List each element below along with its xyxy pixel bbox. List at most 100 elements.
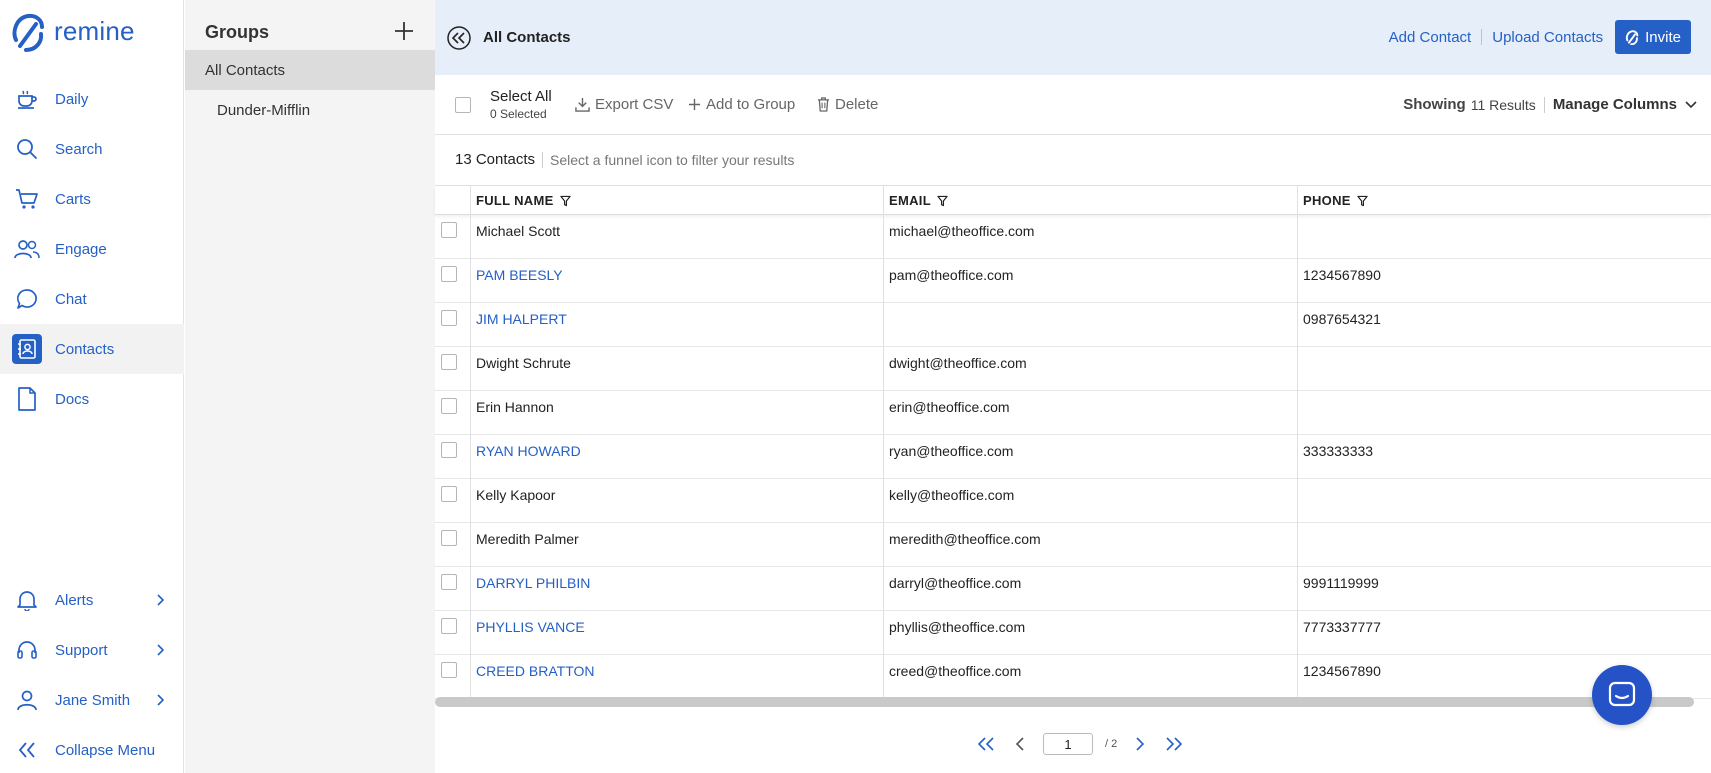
contact-name[interactable]: PAM BEESLY bbox=[476, 267, 563, 283]
contact-name: Dwight Schrute bbox=[476, 355, 571, 371]
chevron-right-icon bbox=[1136, 737, 1145, 751]
remine-logo-icon bbox=[12, 13, 44, 52]
contact-email: ryan@theoffice.com bbox=[889, 443, 1014, 459]
add-to-group-button[interactable]: Add to Group bbox=[688, 96, 795, 113]
contact-name[interactable]: CREED BRATTON bbox=[476, 663, 595, 679]
nav-item-alerts[interactable]: Alerts bbox=[0, 575, 184, 625]
chevron-left-icon bbox=[1015, 737, 1024, 751]
group-item-dunder-mifflin[interactable]: Dunder-Mifflin bbox=[185, 90, 435, 130]
row-checkbox[interactable] bbox=[441, 442, 457, 458]
table-row[interactable]: Dwight Schrute dwight@theoffice.com bbox=[435, 347, 1711, 391]
group-item-all-contacts[interactable]: All Contacts bbox=[185, 50, 435, 90]
add-group-plus-icon[interactable] bbox=[393, 20, 415, 42]
row-checkbox[interactable] bbox=[441, 310, 457, 326]
row-checkbox[interactable] bbox=[441, 222, 457, 238]
upload-contacts-link[interactable]: Upload Contacts bbox=[1482, 29, 1613, 46]
contact-email: erin@theoffice.com bbox=[889, 399, 1010, 415]
nav-item-user[interactable]: Jane Smith bbox=[0, 675, 184, 725]
table-row[interactable]: Kelly Kapoor kelly@theoffice.com bbox=[435, 479, 1711, 523]
row-checkbox[interactable] bbox=[441, 398, 457, 414]
table-row[interactable]: DARRYL PHILBIN darryl@theoffice.com 999111… bbox=[435, 567, 1711, 611]
nav-item-support[interactable]: Support bbox=[0, 625, 184, 675]
column-header-phone[interactable]: PHONE bbox=[1297, 186, 1368, 215]
contacts-table: FULL NAME EMAIL PHONE Michael Scott micha… bbox=[435, 186, 1711, 699]
row-checkbox[interactable] bbox=[441, 662, 457, 678]
next-page-button[interactable] bbox=[1129, 733, 1151, 755]
plus-icon bbox=[688, 98, 701, 111]
nav-item-docs[interactable]: Docs bbox=[0, 374, 184, 424]
table-row[interactable]: CREED BRATTON creed@theoffice.com 12345678… bbox=[435, 655, 1711, 699]
row-checkbox[interactable] bbox=[441, 266, 457, 282]
contact-phone: 333333333 bbox=[1303, 443, 1374, 459]
first-page-button[interactable] bbox=[975, 733, 997, 755]
contact-email: pam@theoffice.com bbox=[889, 267, 1014, 283]
row-checkbox[interactable] bbox=[441, 574, 457, 590]
funnel-filter-icon[interactable] bbox=[559, 195, 571, 207]
table-row[interactable]: Meredith Palmer meredith@theoffice.com bbox=[435, 523, 1711, 567]
column-header-email[interactable]: EMAIL bbox=[883, 186, 948, 215]
manage-columns-dropdown[interactable]: Manage Columns bbox=[1553, 96, 1697, 113]
contacts-book-icon bbox=[12, 334, 42, 364]
nav-item-label: Docs bbox=[55, 390, 90, 408]
nav-item-chat[interactable]: Chat bbox=[0, 274, 184, 324]
logo[interactable]: remine bbox=[10, 10, 135, 52]
prev-page-button[interactable] bbox=[1009, 733, 1031, 755]
select-all-checkbox[interactable] bbox=[455, 97, 471, 113]
chat-launcher-button[interactable] bbox=[1592, 665, 1652, 725]
table-row[interactable]: RYAN HOWARD ryan@theoffice.com 333333333 bbox=[435, 435, 1711, 479]
delete-button[interactable]: Delete bbox=[817, 96, 878, 113]
contact-phone: 9991119999 bbox=[1303, 575, 1379, 591]
contact-email: meredith@theoffice.com bbox=[889, 531, 1041, 547]
nav-item-label: Alerts bbox=[55, 591, 94, 609]
contact-name[interactable]: PHYLLIS VANCE bbox=[476, 619, 585, 635]
column-header-label: EMAIL bbox=[889, 193, 931, 208]
table-row[interactable]: PAM BEESLY pam@theoffice.com 1234567890 bbox=[435, 259, 1711, 303]
add-to-group-label: Add to Group bbox=[706, 96, 796, 113]
contact-name: Michael Scott bbox=[476, 223, 561, 239]
row-checkbox[interactable] bbox=[441, 618, 457, 634]
table-row[interactable]: JIM HALPERT 0987654321 bbox=[435, 303, 1711, 347]
nav-item-label: Jane Smith bbox=[55, 691, 131, 709]
page-number-input[interactable] bbox=[1043, 733, 1093, 755]
page-title: All Contacts bbox=[483, 29, 571, 46]
chevron-right-icon bbox=[157, 694, 165, 706]
column-divider bbox=[883, 186, 884, 699]
export-csv-button[interactable]: Export CSV bbox=[575, 96, 673, 113]
user-icon bbox=[14, 687, 40, 713]
row-checkbox[interactable] bbox=[441, 486, 457, 502]
row-checkbox[interactable] bbox=[441, 530, 457, 546]
funnel-filter-icon[interactable] bbox=[937, 195, 948, 207]
contact-name[interactable]: DARRYL PHILBIN bbox=[476, 575, 590, 591]
nav-item-daily[interactable]: Daily bbox=[0, 74, 184, 124]
nav-item-label: Chat bbox=[55, 290, 87, 308]
nav-item-engage[interactable]: Engage bbox=[0, 224, 184, 274]
funnel-filter-icon[interactable] bbox=[1357, 195, 1368, 207]
double-chevron-left-icon bbox=[977, 737, 994, 751]
horizontal-scrollbar[interactable] bbox=[435, 697, 1694, 707]
table-header: FULL NAME EMAIL PHONE bbox=[435, 186, 1711, 215]
collapse-menu-button[interactable]: Collapse Menu bbox=[0, 725, 184, 773]
add-contact-link[interactable]: Add Contact bbox=[1379, 29, 1482, 46]
invite-label: Invite bbox=[1645, 28, 1681, 46]
download-icon bbox=[575, 97, 590, 112]
divider bbox=[1543, 96, 1545, 113]
nav-item-label: Carts bbox=[55, 190, 91, 208]
contact-phone: 1234567890 bbox=[1303, 663, 1381, 679]
pagination: / 2 bbox=[975, 733, 1185, 755]
contact-name[interactable]: JIM HALPERT bbox=[476, 311, 567, 327]
table-row[interactable]: Michael Scott michael@theoffice.com bbox=[435, 215, 1711, 259]
table-row[interactable]: Erin Hannon erin@theoffice.com bbox=[435, 391, 1711, 435]
nav-item-contacts[interactable]: Contacts bbox=[0, 324, 184, 374]
table-row[interactable]: PHYLLIS VANCE phyllis@theoffice.com 777333… bbox=[435, 611, 1711, 655]
row-checkbox[interactable] bbox=[441, 354, 457, 370]
contact-email: darryl@theoffice.com bbox=[889, 575, 1022, 591]
nav-item-label: Contacts bbox=[55, 340, 115, 358]
last-page-button[interactable] bbox=[1163, 733, 1185, 755]
nav-item-carts[interactable]: Carts bbox=[0, 174, 184, 224]
invite-button[interactable]: Invite bbox=[1615, 20, 1691, 54]
groups-title: Groups bbox=[205, 22, 270, 42]
column-header-full-name[interactable]: FULL NAME bbox=[470, 186, 571, 215]
contact-name[interactable]: RYAN HOWARD bbox=[476, 443, 581, 459]
collapse-groups-icon[interactable] bbox=[447, 26, 471, 50]
nav-item-search[interactable]: Search bbox=[0, 124, 184, 174]
